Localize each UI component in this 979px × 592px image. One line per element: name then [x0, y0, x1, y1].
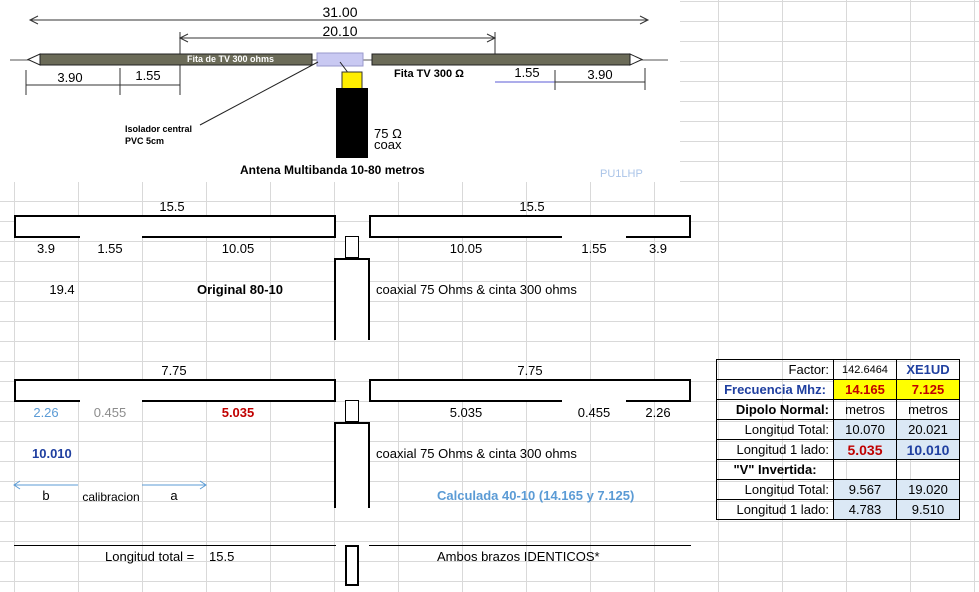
block1-r-c: 10.05: [449, 241, 483, 256]
left-ribbon-label: Fita de TV 300 ohms: [187, 54, 275, 64]
footer-total-value: 15.5: [209, 549, 235, 564]
factor-value[interactable]: 142.6464: [833, 359, 897, 380]
block1-right-arm: [369, 215, 691, 238]
block1-coax: [334, 258, 370, 340]
calc-title: Calculada 40-10 (14.165 y 7.125): [437, 488, 635, 503]
vl1-label: Longitud 1 lado:: [716, 499, 834, 520]
left-seg2-label: 1.55: [135, 68, 161, 83]
l1-a: 5.035: [833, 439, 897, 460]
table-row: Longitud 1 lado: 5.035 10.010: [716, 439, 960, 460]
block2-r-b: 0.455: [577, 405, 611, 420]
left-seg1-label: 3.90: [57, 70, 83, 85]
results-table: Factor: 142.6464 XE1UD Frecuencia Mhz: 1…: [716, 359, 960, 520]
right-ribbon-label: Fita TV 300 Ω: [394, 68, 464, 80]
block2-feed: coaxial 75 Ohms & cinta 300 ohms: [376, 446, 577, 461]
lt-2: 20.021: [896, 419, 960, 440]
vl1-b: 9.510: [896, 499, 960, 520]
block2-left-arm: [14, 379, 336, 402]
vlt-2: 19.020: [896, 479, 960, 500]
insulator-material: PVC 5cm: [125, 136, 165, 146]
block2-right-gap: [562, 400, 626, 404]
block2-r-c: 5.035: [449, 405, 483, 420]
watermark: PU1LHP: [600, 168, 643, 180]
block2-left-gap: [80, 400, 142, 404]
footer-note: Ambos brazos IDENTICOS*: [437, 549, 600, 564]
footer-rule-right: [369, 545, 691, 546]
lt-label: Longitud Total:: [716, 419, 834, 440]
table-row: Longitud Total: 10.070 20.021: [716, 419, 960, 440]
lt-1: 10.070: [833, 419, 897, 440]
v-label: "V" Invertida:: [716, 459, 834, 480]
block1-l-c: 10.05: [221, 241, 255, 256]
block2-l-c: 5.035: [221, 405, 255, 420]
block2-right-total: 7.75: [517, 363, 543, 378]
footer-rule-left: [14, 545, 336, 546]
unit-2: metros: [896, 399, 960, 420]
block1-right-total: 15.5: [519, 199, 545, 214]
freq-label: Frecuencia Mhz:: [716, 379, 834, 400]
callsign: XE1UD: [896, 359, 960, 380]
block2-sum: 10.010: [32, 446, 72, 461]
block1-right-gap: [562, 236, 626, 240]
v-empty-2: [896, 459, 960, 480]
block2-right-arm: [369, 379, 691, 402]
block1-left-gap: [80, 236, 142, 240]
block2-l-b: 0.455: [93, 405, 127, 420]
total-length-label: 31.00: [322, 4, 358, 20]
block2-l-a: 2.26: [33, 405, 59, 420]
freq-2[interactable]: 7.125: [896, 379, 960, 400]
block1-insulator: [345, 236, 359, 258]
factor-label: Factor:: [716, 359, 834, 380]
right-seg1-label: 3.90: [587, 67, 613, 82]
block1-feed: coaxial 75 Ohms & cinta 300 ohms: [376, 282, 577, 297]
table-row: Frecuencia Mhz: 14.165 7.125: [716, 379, 960, 400]
block1-r-b: 1.55: [581, 241, 607, 256]
dipolo-label: Dipolo Normal:: [716, 399, 834, 420]
center-length-label: 20.10: [322, 23, 358, 39]
block1-sum: 19.4: [49, 282, 75, 297]
calib-b-label: b: [42, 488, 50, 503]
table-row: Factor: 142.6464 XE1UD: [716, 359, 960, 380]
block1-l-a: 3.9: [36, 241, 56, 256]
block2-left-total: 7.75: [161, 363, 187, 378]
l1-b: 10.010: [896, 439, 960, 460]
vlt-label: Longitud Total:: [716, 479, 834, 500]
diagram-caption: Antena Multibanda 10-80 metros: [240, 163, 425, 177]
calib-a-label: a: [170, 488, 178, 503]
freq-1[interactable]: 14.165: [833, 379, 897, 400]
coax-label: coax: [374, 137, 402, 152]
right-seg2-label: 1.55: [514, 65, 540, 80]
unit-1: metros: [833, 399, 897, 420]
l1-label: Longitud 1 lado:: [716, 439, 834, 460]
block1-r-a: 3.9: [648, 241, 668, 256]
table-row: Dipolo Normal: metros metros: [716, 399, 960, 420]
calib-label: calibracion: [82, 490, 140, 504]
block2-coax: [334, 422, 370, 508]
block1-title: Original 80-10: [197, 282, 283, 297]
vl1-a: 4.783: [833, 499, 897, 520]
table-row: "V" Invertida:: [716, 459, 960, 480]
block1-l-b: 1.55: [97, 241, 123, 256]
block2-r-a: 2.26: [645, 405, 671, 420]
footer-coax: [345, 545, 359, 586]
block1-left-total: 15.5: [159, 199, 185, 214]
footer-total-label: Longitud total =: [105, 549, 195, 564]
block2-insulator: [345, 400, 359, 422]
v-empty-1: [833, 459, 897, 480]
antenna-diagram: 31.00 20.10 Fita de TV 300 ohms Fita TV …: [0, 0, 680, 182]
vlt-1: 9.567: [833, 479, 897, 500]
table-row: Longitud 1 lado: 4.783 9.510: [716, 499, 960, 520]
block1-left-arm: [14, 215, 336, 238]
table-row: Longitud Total: 9.567 19.020: [716, 479, 960, 500]
